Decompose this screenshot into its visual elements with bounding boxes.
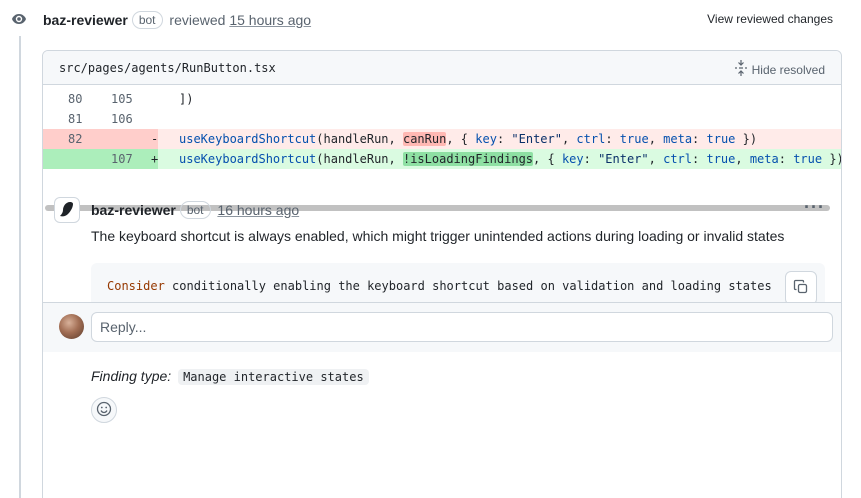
comment-time-link[interactable]: 16 hours ago xyxy=(217,202,299,218)
diff-row: 81 106 xyxy=(43,109,841,129)
copy-icon xyxy=(793,279,809,298)
diff-code: useKeyboardShortcut(handleRun, canRun, {… xyxy=(179,132,758,146)
review-thread: src/pages/agents/RunButton.tsx Hide reso… xyxy=(42,50,842,498)
hide-resolved-button[interactable]: Hide resolved xyxy=(734,60,825,79)
comment-meta: baz-reviewer bot 16 hours ago xyxy=(91,201,299,219)
diff-code: ]) xyxy=(179,92,194,106)
diff-row-addition: 107 + useKeyboardShortcut(handleRun, !is… xyxy=(43,149,842,169)
add-reaction-button[interactable] xyxy=(91,397,117,423)
finding-type-label: Finding type: xyxy=(91,368,172,384)
review-author-link[interactable]: baz-reviewer xyxy=(43,12,128,28)
diff-sign: - xyxy=(151,132,159,146)
bot-avatar[interactable] xyxy=(54,197,80,223)
timeline-line xyxy=(19,36,21,498)
review-time-link[interactable]: 15 hours ago xyxy=(229,12,311,28)
finding-type: Finding type: Manage interactive states xyxy=(91,368,369,385)
file-header: src/pages/agents/RunButton.tsx Hide reso… xyxy=(43,51,841,85)
unfold-icon xyxy=(734,60,747,79)
review-header: baz-reviewer bot reviewed 15 hours ago Vi… xyxy=(0,0,861,40)
view-reviewed-changes-link[interactable]: View reviewed changes xyxy=(707,12,833,26)
suggestion-text: Consider conditionally enabling the keyb… xyxy=(107,279,772,293)
new-line-number[interactable]: 105 xyxy=(88,89,158,109)
hide-resolved-label: Hide resolved xyxy=(751,62,825,77)
new-line-number[interactable]: 106 xyxy=(88,109,158,129)
finding-type-tag: Manage interactive states xyxy=(178,369,369,385)
copy-button[interactable] xyxy=(785,271,817,305)
diff-row: 80 105 ]) xyxy=(43,89,841,109)
new-line-number[interactable]: 107 xyxy=(88,149,158,169)
review-summary: baz-reviewer bot reviewed 15 hours ago xyxy=(43,11,311,29)
bot-label: bot xyxy=(131,11,163,29)
comment-body: The keyboard shortcut is always enabled,… xyxy=(91,228,785,244)
diff-view: 80 105 ]) 81 106 82 - useKeyboardShortcu… xyxy=(43,85,842,211)
new-line-number[interactable] xyxy=(88,129,158,149)
reply-input[interactable] xyxy=(91,312,833,342)
comment-author-link[interactable]: baz-reviewer xyxy=(91,202,176,218)
bot-label: bot xyxy=(179,201,211,219)
smiley-icon xyxy=(96,401,112,420)
diff-sign: + xyxy=(151,152,159,166)
diff-code: useKeyboardShortcut(handleRun, !isLoadin… xyxy=(179,152,842,166)
kebab-menu-icon[interactable]: ··· xyxy=(804,197,825,218)
diff-row-deletion: 82 - useKeyboardShortcut(handleRun, canR… xyxy=(43,129,841,149)
review-action: reviewed xyxy=(169,12,226,28)
user-avatar[interactable] xyxy=(59,314,84,339)
eye-icon xyxy=(4,4,34,34)
reply-area xyxy=(43,302,841,352)
file-path[interactable]: src/pages/agents/RunButton.tsx xyxy=(59,61,276,75)
